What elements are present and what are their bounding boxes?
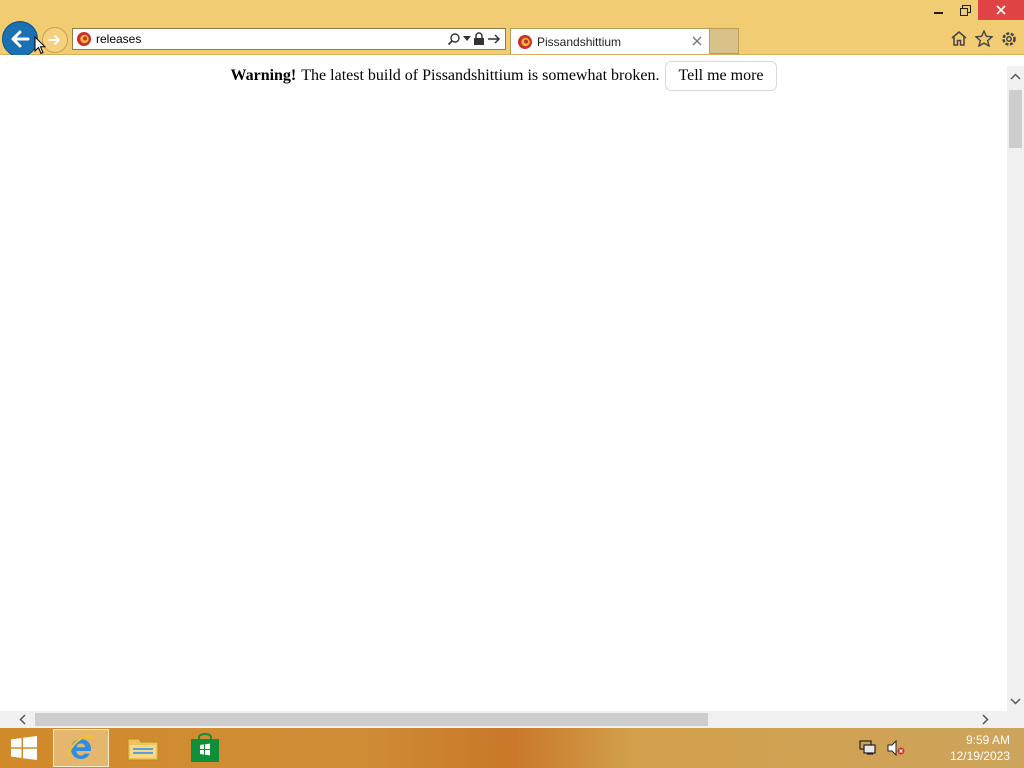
- start-button[interactable]: [8, 734, 40, 762]
- restore-button[interactable]: [952, 0, 978, 20]
- tab-pissandshittium[interactable]: Pissandshittium: [510, 28, 710, 54]
- vertical-scroll-thumb[interactable]: [1009, 90, 1022, 148]
- dropdown-chevron-icon[interactable]: [463, 31, 471, 47]
- arrow-right-icon: [48, 35, 60, 45]
- clock-date: 12/19/2023: [949, 749, 1010, 763]
- scroll-left-icon[interactable]: [12, 711, 32, 728]
- browser-chrome: Pissandshittium: [0, 0, 1024, 57]
- toolbar-right: [949, 29, 1018, 48]
- windows-logo-icon: [11, 736, 37, 760]
- favorites-star-icon[interactable]: [974, 29, 993, 48]
- home-icon[interactable]: [949, 29, 968, 48]
- tab-title: Pissandshittium: [537, 35, 622, 49]
- taskbar: 9:59 AM 12/19/2023: [0, 728, 1024, 768]
- warning-message: The latest build of Pissandshittium is s…: [301, 67, 660, 84]
- close-window-button[interactable]: [978, 0, 1024, 20]
- folder-icon: [127, 738, 159, 761]
- back-button[interactable]: [2, 21, 38, 57]
- scroll-down-icon[interactable]: [1007, 691, 1024, 711]
- address-tools: [447, 31, 501, 47]
- scroll-up-icon[interactable]: [1007, 66, 1024, 86]
- restore-icon: [959, 4, 971, 16]
- tell-me-more-button[interactable]: Tell me more: [665, 61, 777, 91]
- taskbar-file-explorer[interactable]: [115, 729, 171, 767]
- vertical-scrollbar[interactable]: [1007, 66, 1024, 711]
- warning-label: Warning!: [230, 67, 297, 84]
- volume-muted-icon[interactable]: [886, 738, 906, 758]
- new-tab-button[interactable]: [710, 28, 739, 54]
- site-globe-icon: [77, 32, 91, 46]
- horizontal-scroll-thumb[interactable]: [35, 713, 708, 726]
- arrow-left-icon: [11, 30, 30, 48]
- horizontal-scrollbar[interactable]: [0, 711, 1007, 728]
- address-bar[interactable]: [72, 28, 506, 50]
- system-tray: [858, 738, 906, 758]
- minimize-button[interactable]: [926, 0, 952, 20]
- taskbar-internet-explorer[interactable]: [53, 729, 109, 767]
- tab-site-icon: [518, 35, 532, 49]
- store-bag-icon: [191, 733, 219, 762]
- minimize-icon: [934, 12, 943, 14]
- gear-icon[interactable]: [999, 29, 1018, 48]
- search-icon[interactable]: [447, 31, 461, 47]
- go-arrow-icon[interactable]: [487, 31, 501, 47]
- scrollbar-corner: [1007, 711, 1024, 728]
- scroll-right-icon[interactable]: [975, 711, 995, 728]
- browser-window: Pissandshittium Warning! The latest buil…: [0, 0, 1024, 768]
- address-input[interactable]: [96, 30, 426, 48]
- close-icon: [996, 5, 1006, 15]
- warning-banner: Warning! The latest build of Pissandshit…: [0, 61, 1007, 91]
- page-viewport: Warning! The latest build of Pissandshit…: [0, 55, 1007, 711]
- taskbar-store[interactable]: [177, 729, 233, 767]
- internet-explorer-icon: [67, 734, 95, 759]
- tab-close-icon[interactable]: [690, 34, 704, 48]
- clock-time: 9:59 AM: [965, 733, 1010, 747]
- lock-icon[interactable]: [473, 31, 485, 47]
- network-icon[interactable]: [858, 738, 878, 758]
- window-controls: [926, 0, 1024, 22]
- system-clock[interactable]: 9:59 AM 12/19/2023: [930, 732, 1010, 764]
- mouse-cursor-icon: [34, 36, 46, 55]
